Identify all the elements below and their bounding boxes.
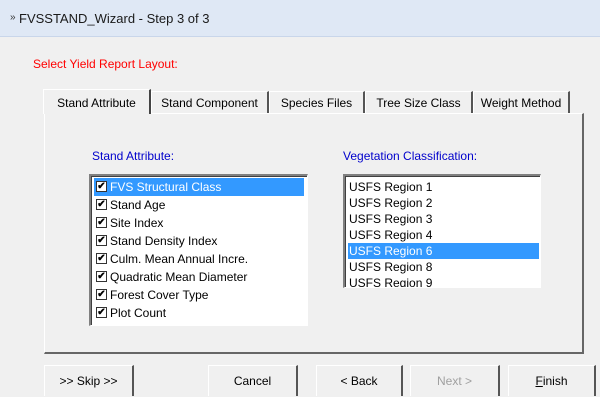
stand-attribute-label: Stand Attribute: <box>92 149 175 163</box>
finish-accelerator: F <box>535 374 543 388</box>
list-item[interactable]: ✔ Quadratic Mean Diameter <box>94 268 304 286</box>
list-item[interactable]: USFS Region 6 <box>348 243 539 259</box>
list-item[interactable]: USFS Region 9 <box>348 275 539 287</box>
back-button[interactable]: < Back <box>316 365 403 396</box>
cancel-button[interactable]: Cancel <box>208 365 298 396</box>
tab-weight-method[interactable]: Weight Method <box>473 91 570 113</box>
finish-button[interactable]: Finish <box>508 365 596 396</box>
list-item[interactable]: ✔ Site Index <box>94 214 304 232</box>
window-menu-icon[interactable]: » <box>10 12 16 23</box>
stand-attribute-list[interactable]: ✔ FVS Structural Class ✔ Stand Age ✔ Site I… <box>89 174 308 326</box>
tab-stand-component[interactable]: Stand Component <box>151 91 269 113</box>
tab-tree-size-class[interactable]: Tree Size Class <box>365 91 473 113</box>
tab-species-files[interactable]: Species Files <box>269 91 365 113</box>
tab-panel: Stand Attribute: Vegetation Classificati… <box>44 113 584 354</box>
vegetation-classification-label: Vegetation Classification: <box>343 149 478 163</box>
list-item[interactable]: USFS Region 2 <box>348 195 539 211</box>
list-item[interactable]: ✔ Plot Count <box>94 304 304 322</box>
list-item[interactable]: ✔ Stand Age <box>94 196 304 214</box>
checkbox[interactable]: ✔ <box>96 199 107 210</box>
list-item[interactable]: USFS Region 4 <box>348 227 539 243</box>
vegetation-classification-list[interactable]: USFS Region 1 USFS Region 2 USFS Region … <box>343 174 541 288</box>
skip-button[interactable]: >> Skip >> <box>44 365 134 396</box>
checkbox[interactable]: ✔ <box>96 307 107 318</box>
list-item[interactable]: ✔ Forest Cover Type <box>94 286 304 304</box>
next-button[interactable]: Next > <box>410 365 500 396</box>
select-layout-prompt: Select Yield Report Layout: <box>33 57 178 71</box>
checkbox[interactable]: ✔ <box>96 181 107 192</box>
checkbox[interactable]: ✔ <box>96 235 107 246</box>
finish-label: inish <box>542 374 568 388</box>
list-item[interactable]: USFS Region 8 <box>348 259 539 275</box>
list-item[interactable]: USFS Region 1 <box>348 179 539 195</box>
checkbox[interactable]: ✔ <box>96 289 107 300</box>
window-title: FVSSTAND_Wizard - Step 3 of 3 <box>19 11 210 26</box>
title-bar: » FVSSTAND_Wizard - Step 3 of 3 <box>0 0 600 37</box>
checkbox[interactable]: ✔ <box>96 253 107 264</box>
tab-stand-attribute[interactable]: Stand Attribute <box>43 89 151 114</box>
list-item[interactable]: ✔ Stand Density Index <box>94 232 304 250</box>
list-item[interactable]: ✔ FVS Structural Class <box>94 178 304 196</box>
list-item[interactable]: USFS Region 3 <box>348 211 539 227</box>
list-item[interactable]: ✔ Culm. Mean Annual Incre. <box>94 250 304 268</box>
checkbox[interactable]: ✔ <box>96 217 107 228</box>
checkbox[interactable]: ✔ <box>96 271 107 282</box>
